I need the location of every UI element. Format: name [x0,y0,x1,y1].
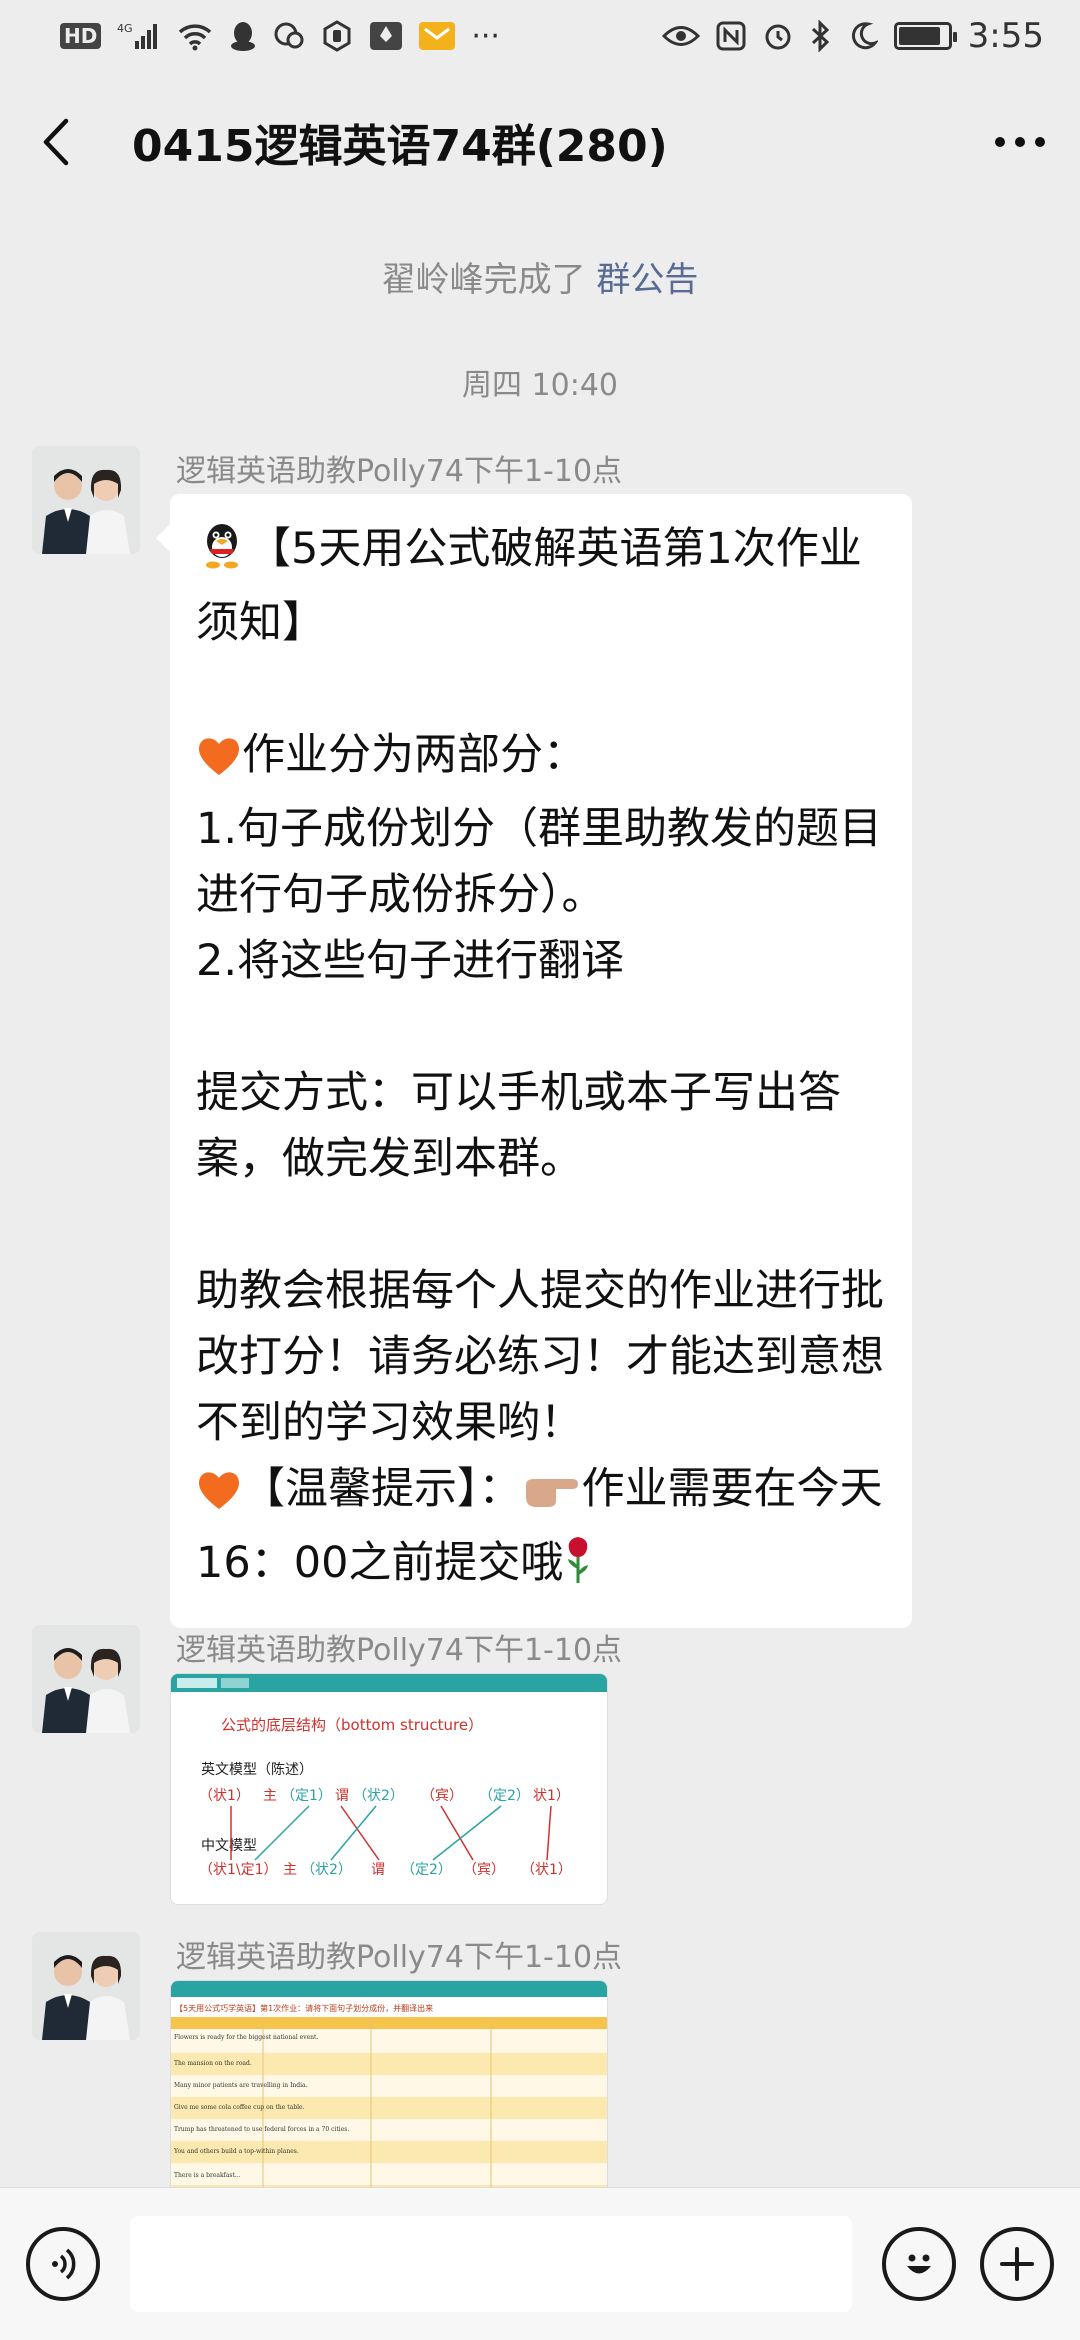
hand-stop-icon [321,20,353,52]
chat-messages[interactable]: 翟岭峰完成了 群公告 周四 10:40 逻辑英语助教Polly74下午1-10点 [0,212,1080,2187]
svg-text:状1）: 状1） [533,1788,570,1804]
avatar[interactable] [32,446,140,554]
qq-penguin-emoji-icon [196,519,248,590]
image-message[interactable]: 【5天用公式巧学英语】第1次作业：请将下面句子划分成份，并翻译出来 Flower… [170,1980,608,2187]
chat-bubble-icon [273,21,305,51]
smiley-icon [907,2254,931,2274]
bubble-line [196,656,888,722]
bubble-line: 1.句子成份划分（群里助教发的题目进行句子成份拆分）。 [196,804,883,920]
chat-header: 0415逻辑英语74群(280) [0,72,1080,212]
image-message[interactable]: 公式的底层结构（bottom structure） 英文模型（陈述） （状1） … [170,1673,608,1905]
more-notifications-icon: ··· [471,18,500,54]
bubble-line: 【5天用公式破解英语第1次作业须知】 [196,516,888,656]
bubble-line: 作业分为两部分： [196,722,888,796]
bubble-line-text: 【5天用公式破解英语第1次作业须知】 [196,524,862,648]
svg-text:【5天用公式巧学英语】第1次作业：请将下面句子划分成份，并翻: 【5天用公式巧学英语】第1次作业：请将下面句子划分成份，并翻译出来 [175,2003,433,2013]
svg-text:You and others build a top-wit: You and others build a top-within planes… [173,2148,299,2155]
more-options-button[interactable] [990,112,1050,172]
svg-text:Many minor patients are travel: Many minor patients are travelling in In… [174,2082,308,2089]
plus-icon [1000,2247,1034,2281]
svg-text:主: 主 [263,1788,277,1804]
text-bubble[interactable]: 【5天用公式破解英语第1次作业须知】 作业分为两部分： 1.句子成份划分（群里助… [156,494,912,1628]
sender-name: 逻辑英语助教Polly74下午1-10点 [176,1940,623,1975]
svg-text:Give me some cola coffee cup o: Give me some cola coffee cup on the tabl… [174,2104,305,2111]
svg-text:英文模型（陈述）: 英文模型（陈述） [201,1761,313,1778]
cellular-signal-icon: 4G [117,21,161,51]
bubble-line [196,1192,888,1258]
svg-text:（状1）: （状1） [199,1788,250,1804]
sender-name: 逻辑英语助教Polly74下午1-10点 [176,1633,623,1668]
system-notice: 翟岭峰完成了 群公告 [0,252,1080,301]
svg-text:4G: 4G [117,22,133,35]
back-button[interactable] [30,112,80,172]
status-left: HD 4G ··· [60,19,500,54]
svg-text:主: 主 [283,1862,297,1878]
more-dots-icon [995,137,1045,147]
bubble-line [196,994,888,1060]
wifi-icon [177,21,213,51]
svg-text:（定2）: （定2） [479,1788,530,1804]
mail-notification-icon [419,22,456,50]
huawei-logo-icon [369,21,403,51]
back-arrow-icon [43,118,69,166]
sender-name: 逻辑英语助教Polly74下午1-10点 [176,454,623,489]
emoji-button[interactable] [882,2227,956,2301]
bubble-line: 助教会根据每个人提交的作业进行批改打分！请务必练习！才能达到意想不到的学习效果哟… [196,1266,884,1448]
svg-text:中文模型: 中文模型 [201,1838,257,1854]
svg-text:Flowers is ready for the bigge: Flowers is ready for the biggest nationa… [174,2034,318,2041]
svg-text:Trump has threatened to use fe: Trump has threatened to use federal forc… [174,2126,349,2133]
moon-icon [848,21,878,51]
orange-heart-icon [196,1464,242,1530]
bluetooth-icon [810,20,832,52]
svg-text:公式的底层结构（bottom structure）: 公式的底层结构（bottom structure） [221,1716,483,1734]
svg-text:（宾）: （宾） [463,1862,505,1878]
nfc-icon [716,21,746,51]
rose-icon [563,1533,593,1604]
svg-text:谓: 谓 [371,1862,385,1878]
message-timestamp: 周四 10:40 [462,368,618,403]
svg-text:（状2）: （状2） [353,1788,404,1804]
eye-icon [661,23,700,49]
svg-text:The mansion on the road.: The mansion on the road. [174,2060,252,2067]
status-time: 3:55 [967,16,1044,56]
svg-text:（定1）: （定1） [281,1788,332,1804]
orange-heart-icon [196,730,242,796]
hd-icon: HD [60,23,102,49]
bubble-line: 提交方式：可以手机或本子写出答案，做完发到本群。 [196,1068,841,1184]
message-item: 逻辑英语助教Polly74下午1-10点 公式的底层结构（bottom stru… [32,1625,1052,1925]
group-announcement-link[interactable]: 群公告 [596,260,698,300]
chat-input-bar [0,2187,1080,2340]
avatar[interactable] [32,1932,140,2040]
bubble-line-text: 【温馨提示】： [242,1464,522,1514]
chat-title: 0415逻辑英语74群(280) [132,121,668,172]
pointing-hand-icon [522,1464,582,1530]
formula-structure-image: 公式的底层结构（bottom structure） 英文模型（陈述） （状1） … [171,1674,607,1904]
message-item: 逻辑英语助教Polly74下午1-10点 【5天用公式破解英语第1次作业须知】 … [32,446,1052,1628]
message-input[interactable] [130,2216,852,2312]
message-item: 逻辑英语助教Polly74下午1-10点 【5天用公式巧学英语】第1次作业：请将… [32,1932,1052,2187]
status-right: 3:55 [661,16,1044,56]
voice-icon [52,2248,76,2280]
bubble-line: 2.将这些句子进行翻译 [196,936,625,986]
svg-text:There is a breakfast...: There is a breakfast... [174,2172,241,2179]
more-functions-button[interactable] [980,2227,1054,2301]
battery-icon [893,22,957,50]
svg-text:（状1）: （状1） [521,1862,572,1878]
svg-text:谓: 谓 [335,1788,349,1804]
alarm-icon [762,20,794,52]
bubble-line-text: 作业分为两部分： [242,730,586,780]
voice-input-button[interactable] [26,2227,100,2301]
qq-penguin-icon [229,20,257,52]
bubble-line: 【温馨提示】： 作业需要在今天16：00之前提交哦 [196,1456,888,1604]
status-bar: HD 4G ··· 3:55 [0,0,1080,72]
svg-text:（定2）: （定2） [401,1862,452,1878]
homework-table-image: 【5天用公式巧学英语】第1次作业：请将下面句子划分成份，并翻译出来 Flower… [171,1981,607,2187]
svg-text:（状1\定1）: （状1\定1） [199,1862,278,1878]
avatar[interactable] [32,1625,140,1733]
input-actions [882,2227,1054,2301]
svg-text:（宾）: （宾） [421,1788,463,1804]
svg-text:（状2）: （状2） [301,1862,352,1878]
notice-actor-text: 翟岭峰完成了 [381,260,586,300]
